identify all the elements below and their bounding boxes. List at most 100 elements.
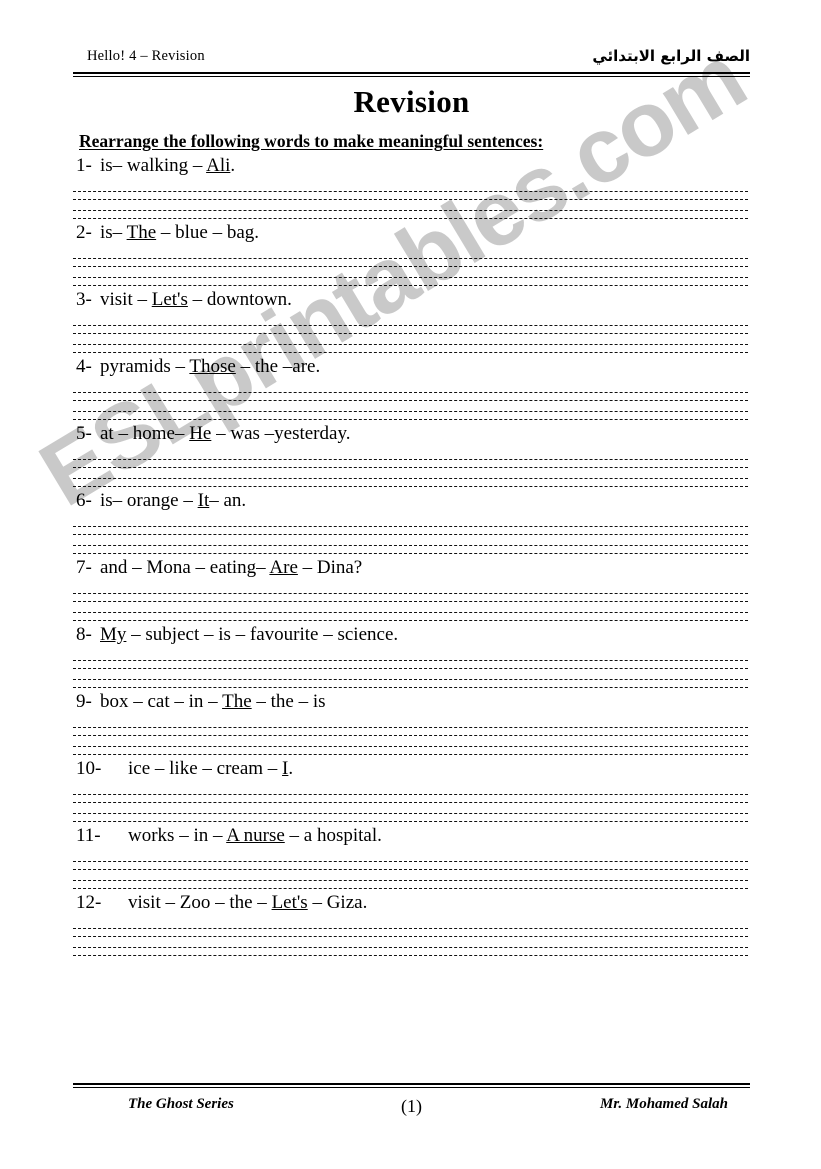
- cue-word: Are: [269, 557, 298, 578]
- answer-line[interactable]: [73, 352, 748, 353]
- answer-line[interactable]: [73, 258, 748, 259]
- exercise-prompt: 8- My – subject – is – favourite – scienc…: [0, 624, 821, 651]
- answer-lines[interactable]: [73, 456, 748, 490]
- answer-line[interactable]: [73, 679, 748, 680]
- exercise-list: 1- is– walking – Ali. 2- is– The – blue – b…: [0, 155, 821, 959]
- cue-word: Ali: [206, 155, 231, 176]
- answer-line[interactable]: [73, 526, 748, 527]
- answer-line[interactable]: [73, 888, 748, 889]
- exercise-words: visit – Zoo – the – Let's – Giza.: [128, 892, 368, 913]
- exercise-number: 5-: [76, 423, 92, 444]
- answer-line[interactable]: [73, 325, 748, 326]
- answer-line[interactable]: [73, 593, 748, 594]
- exercise-prompt: 4- pyramids – Those – the –are.: [0, 356, 821, 383]
- answer-line[interactable]: [73, 754, 748, 755]
- exercise-words: and – Mona – eating– Are – Dina?: [100, 557, 363, 578]
- answer-line[interactable]: [73, 727, 748, 728]
- answer-line[interactable]: [73, 392, 748, 393]
- answer-line[interactable]: [73, 612, 748, 613]
- answer-line[interactable]: [73, 486, 748, 487]
- answer-line[interactable]: [73, 266, 748, 267]
- exercise-number: 3-: [76, 289, 92, 310]
- answer-line[interactable]: [73, 794, 748, 795]
- answer-line[interactable]: [73, 210, 748, 211]
- exercise-item: 2- is– The – blue – bag.: [0, 222, 821, 289]
- answer-line[interactable]: [73, 687, 748, 688]
- answer-lines[interactable]: [73, 523, 748, 557]
- answer-line[interactable]: [73, 344, 748, 345]
- page-title: Revision: [353, 84, 470, 119]
- cue-word: My: [100, 624, 127, 645]
- answer-line[interactable]: [73, 880, 748, 881]
- answer-lines[interactable]: [73, 657, 748, 691]
- answer-line[interactable]: [73, 285, 748, 286]
- cue-word: Let's: [271, 892, 308, 913]
- answer-line[interactable]: [73, 869, 748, 870]
- answer-line[interactable]: [73, 277, 748, 278]
- answer-lines[interactable]: [73, 858, 748, 892]
- answer-line[interactable]: [73, 620, 748, 621]
- exercise-number: 4-: [76, 356, 92, 377]
- answer-lines[interactable]: [73, 255, 748, 289]
- exercise-prompt: 3- visit – Let's – downtown.: [0, 289, 821, 316]
- exercise-words: My – subject – is – favourite – science.: [100, 624, 399, 645]
- exercise-prompt: 6- is– orange – It– an.: [0, 490, 821, 517]
- answer-line[interactable]: [73, 735, 748, 736]
- answer-line[interactable]: [73, 333, 748, 334]
- answer-line[interactable]: [73, 534, 748, 535]
- answer-line[interactable]: [73, 419, 748, 420]
- answer-line[interactable]: [73, 478, 748, 479]
- answer-line[interactable]: [73, 553, 748, 554]
- answer-line[interactable]: [73, 467, 748, 468]
- instruction-heading: Rearrange the following words to make me…: [79, 131, 544, 151]
- answer-line[interactable]: [73, 813, 748, 814]
- answer-lines[interactable]: [73, 791, 748, 825]
- exercise-number: 11-: [76, 825, 101, 846]
- answer-line[interactable]: [73, 199, 748, 200]
- cue-word: Let's: [151, 289, 188, 310]
- cue-word: Those: [189, 356, 236, 377]
- footer-divider-rule: [73, 1083, 750, 1088]
- exercise-item: 5- at – home– He – was –yesterday.: [0, 423, 821, 490]
- cue-word: I: [282, 758, 289, 779]
- exercise-prompt: 2- is– The – blue – bag.: [0, 222, 821, 249]
- answer-line[interactable]: [73, 955, 748, 956]
- exercise-item: 8- My – subject – is – favourite – scienc…: [0, 624, 821, 691]
- header-divider-rule: [73, 72, 750, 77]
- answer-line[interactable]: [73, 601, 748, 602]
- answer-line[interactable]: [73, 400, 748, 401]
- exercise-words: is– walking – Ali.: [100, 155, 236, 176]
- exercise-words: pyramids – Those – the –are.: [100, 356, 321, 377]
- footer-author-label: Mr. Mohamed Salah: [600, 1096, 728, 1112]
- answer-line[interactable]: [73, 459, 748, 460]
- answer-lines[interactable]: [73, 322, 748, 356]
- exercise-prompt: 10- ice – like – cream – I.: [0, 758, 821, 785]
- answer-line[interactable]: [73, 191, 748, 192]
- answer-lines[interactable]: [73, 389, 748, 423]
- answer-line[interactable]: [73, 802, 748, 803]
- cue-word: The: [126, 222, 157, 243]
- answer-line[interactable]: [73, 411, 748, 412]
- answer-line[interactable]: [73, 936, 748, 937]
- exercise-prompt: 7- and – Mona – eating– Are – Dina?: [0, 557, 821, 584]
- exercise-words: box – cat – in – The – the – is: [100, 691, 326, 712]
- answer-lines[interactable]: [73, 925, 748, 959]
- exercise-words: ice – like – cream – I.: [128, 758, 294, 779]
- answer-line[interactable]: [73, 861, 748, 862]
- exercise-words: at – home– He – was –yesterday.: [100, 423, 351, 444]
- exercise-item: 9- box – cat – in – The – the – is: [0, 691, 821, 758]
- answer-line[interactable]: [73, 545, 748, 546]
- exercise-words: works – in – A nurse – a hospital.: [128, 825, 382, 846]
- answer-lines[interactable]: [73, 590, 748, 624]
- exercise-prompt: 11- works – in – A nurse – a hospital.: [0, 825, 821, 852]
- exercise-item: 7- and – Mona – eating– Are – Dina?: [0, 557, 821, 624]
- answer-line[interactable]: [73, 821, 748, 822]
- answer-lines[interactable]: [73, 188, 748, 222]
- answer-line[interactable]: [73, 660, 748, 661]
- answer-line[interactable]: [73, 947, 748, 948]
- answer-line[interactable]: [73, 668, 748, 669]
- answer-line[interactable]: [73, 218, 748, 219]
- answer-line[interactable]: [73, 928, 748, 929]
- answer-line[interactable]: [73, 746, 748, 747]
- answer-lines[interactable]: [73, 724, 748, 758]
